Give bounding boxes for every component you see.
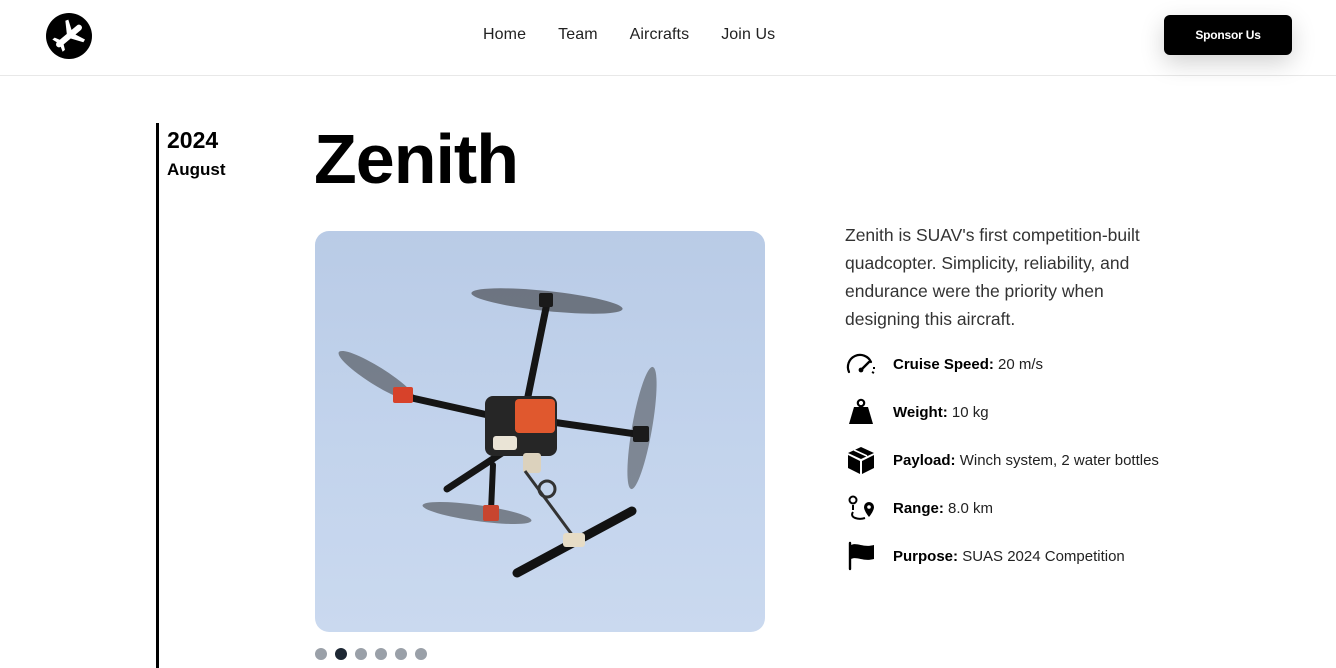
nav-join-us-link[interactable]: Join Us <box>721 26 775 44</box>
aircraft-photo[interactable] <box>315 231 765 632</box>
spec-purpose: Purpose: SUAS 2024 Competition <box>845 539 1125 573</box>
carousel-dot[interactable] <box>315 648 327 660</box>
quadcopter-image <box>338 288 657 578</box>
spec-weight: Weight: 10 kg <box>845 395 989 429</box>
aircraft-description: Zenith is SUAV's first competition-built… <box>845 225 1140 329</box>
carousel-dot[interactable] <box>375 648 387 660</box>
spec-label: Range: <box>893 499 944 517</box>
weight-icon <box>845 396 877 428</box>
speedometer-icon <box>845 348 877 380</box>
spec-value: SUAS 2024 Competition <box>962 547 1125 565</box>
spec-label: Purpose: <box>893 547 959 565</box>
spec-range: Range: 8.0 km <box>845 491 993 525</box>
carousel-dots <box>315 648 427 660</box>
nav-aircrafts-link[interactable]: Aircrafts <box>630 26 690 44</box>
package-icon <box>845 444 877 476</box>
timeline-month: August <box>167 160 226 179</box>
carousel-dot[interactable] <box>415 648 427 660</box>
spec-label: Weight: <box>893 403 948 421</box>
site-header: Home Team Aircrafts Join Us Sponsor Us <box>0 0 1336 76</box>
nav-team-link[interactable]: Team <box>558 26 598 44</box>
carousel-dot-active[interactable] <box>335 648 347 660</box>
timeline-year: 2024 <box>167 127 219 153</box>
nav-home-link[interactable]: Home <box>483 26 526 44</box>
carousel-dot[interactable] <box>355 648 367 660</box>
flag-icon <box>845 540 877 572</box>
carousel-dot[interactable] <box>395 648 407 660</box>
route-icon <box>845 492 877 524</box>
spec-cruise-speed: Cruise Speed: 20 m/s <box>845 347 1043 381</box>
spec-value: 8.0 km <box>948 499 994 517</box>
spec-value: 20 m/s <box>998 355 1044 373</box>
spec-payload: Payload: Winch system, 2 water bottles <box>845 443 1159 477</box>
aircraft-title: Zenith <box>314 120 519 198</box>
sponsor-us-button[interactable]: Sponsor Us <box>1164 15 1292 55</box>
spec-label: Cruise Speed: <box>893 355 994 373</box>
spec-value: Winch system, 2 water bottles <box>959 451 1159 469</box>
logo-icon[interactable] <box>46 13 92 59</box>
spec-value: 10 kg <box>951 403 989 421</box>
main-nav: Home Team Aircrafts Join Us <box>483 26 775 44</box>
spec-label: Payload: <box>893 451 956 469</box>
timeline-line <box>156 123 159 668</box>
